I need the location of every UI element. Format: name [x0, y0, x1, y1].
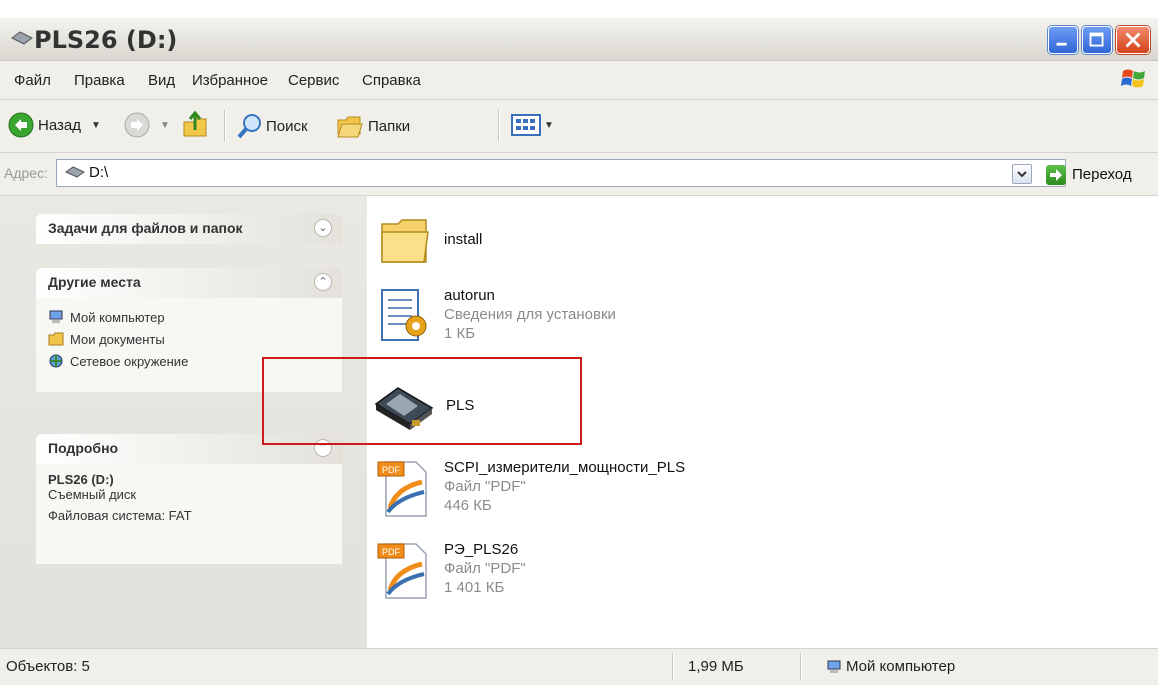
status-size: 1,99 МБ	[688, 658, 744, 675]
file-size: 1 КБ	[444, 325, 476, 342]
menu-file[interactable]: Файл	[14, 72, 51, 89]
up-folder-icon	[183, 110, 207, 137]
back-dropdown-icon[interactable]: ▼	[91, 120, 101, 131]
list-item[interactable]: install	[376, 210, 482, 272]
close-icon	[1125, 32, 1141, 48]
menu-edit[interactable]: Правка	[74, 72, 125, 89]
svg-text:PDF: PDF	[382, 547, 401, 557]
back-arrow-icon	[8, 112, 34, 138]
other-places-header[interactable]: Другие места ⌃	[36, 268, 342, 298]
forward-arrow-icon	[124, 112, 150, 138]
link-label: Сетевое окружение	[70, 353, 189, 369]
maximize-icon	[1089, 32, 1104, 47]
details-panel: Подробно ⌃ PLS26 (D:) Съемный диск Файло…	[36, 434, 342, 564]
back-label: Назад	[38, 116, 81, 134]
folders-label: Папки	[368, 117, 411, 135]
link-label: Мой компьютер	[70, 309, 165, 325]
up-folder-button[interactable]	[180, 110, 210, 140]
file-tasks-panel: Задачи для файлов и папок ⌄	[36, 214, 342, 244]
go-arrow-icon[interactable]	[1046, 165, 1066, 185]
file-tasks-title: Задачи для файлов и папок	[48, 220, 243, 236]
toolbar-separator	[498, 110, 500, 142]
search-icon	[237, 114, 261, 139]
pdf-icon: PDF	[377, 461, 427, 517]
windows-logo-icon	[1121, 69, 1145, 88]
toolbar: Назад ▼ ▼ Поиск Папки ▼	[0, 100, 1158, 153]
link-label: Мои документы	[70, 331, 165, 347]
window-title: PLS26 (D:)	[34, 26, 178, 54]
file-type: Файл "PDF"	[444, 478, 526, 495]
status-divider	[800, 653, 802, 681]
menu-favorites[interactable]: Избранное	[192, 72, 268, 89]
link-my-documents[interactable]: Мои документы	[48, 328, 330, 350]
status-location: Мой компьютер	[846, 658, 956, 675]
my-computer-icon	[49, 310, 63, 323]
search-label: Поиск	[266, 117, 308, 135]
status-object-count: Объектов: 5	[6, 658, 90, 675]
minimize-icon	[1056, 42, 1067, 46]
drive-icon	[11, 31, 33, 45]
address-dropdown-button[interactable]	[1012, 164, 1032, 184]
file-name: autorun	[444, 287, 495, 304]
file-type: Файл "PDF"	[444, 560, 526, 577]
my-documents-icon	[48, 332, 64, 346]
folders-icon	[337, 116, 363, 138]
drive-type: Съемный диск	[48, 487, 137, 502]
views-icon	[511, 114, 541, 136]
file-size: 1 401 КБ	[444, 579, 505, 596]
address-value: D:\	[89, 164, 109, 181]
menu-view[interactable]: Вид	[148, 72, 175, 89]
file-name: install	[444, 231, 483, 248]
close-button[interactable]	[1116, 26, 1150, 54]
file-system: Файловая система: FAT	[48, 508, 192, 523]
address-input[interactable]: D:\	[56, 159, 1066, 187]
folders-button[interactable]: Папки	[336, 112, 410, 140]
network-icon	[49, 354, 63, 368]
address-bar: Адрес: D:\	[0, 153, 1158, 196]
minimize-button[interactable]	[1048, 26, 1078, 54]
chevron-down-icon	[1017, 171, 1027, 178]
views-dropdown-icon[interactable]: ▼	[544, 120, 554, 131]
go-button[interactable]: Переход	[1072, 166, 1132, 183]
expand-icon[interactable]: ⌄	[314, 219, 332, 237]
file-name: SCPI_измерители_мощности_PLS	[444, 459, 686, 476]
drive-name: PLS26 (D:)	[48, 472, 114, 487]
file-type: Сведения для установки	[444, 306, 616, 323]
setup-info-icon	[381, 289, 427, 341]
details-title: Подробно	[48, 440, 119, 456]
views-button[interactable]: ▼	[510, 112, 554, 138]
list-item[interactable]: PDF SCPI_измерители_мощности_PLS Файл "P…	[376, 458, 685, 520]
menu-bar: Файл Правка Вид Избранное Сервис Справка	[0, 61, 1158, 100]
list-item[interactable]: PDF РЭ_PLS26 Файл "PDF" 1 401 КБ	[376, 540, 526, 602]
highlight-annotation	[262, 357, 582, 445]
status-divider	[672, 653, 674, 681]
back-button[interactable]: Назад ▼	[8, 112, 101, 138]
search-button[interactable]: Поиск	[236, 112, 308, 140]
drive-icon	[65, 166, 85, 178]
other-places-title: Другие места	[48, 274, 141, 290]
menu-tools[interactable]: Сервис	[288, 72, 339, 89]
status-bar: Объектов: 5 1,99 МБ Мой компьютер	[0, 648, 1158, 685]
toolbar-separator	[224, 110, 226, 142]
list-item[interactable]: autorun Сведения для установки 1 КБ	[376, 286, 616, 348]
address-label: Адрес:	[4, 165, 48, 181]
file-name: РЭ_PLS26	[444, 541, 519, 558]
forward-button[interactable]: ▼	[124, 112, 170, 138]
link-my-computer[interactable]: Мой компьютер	[48, 306, 330, 328]
maximize-button[interactable]	[1082, 26, 1112, 54]
svg-text:PDF: PDF	[382, 465, 401, 475]
pdf-icon: PDF	[377, 543, 427, 599]
folder-icon	[381, 219, 429, 263]
forward-dropdown-icon[interactable]: ▼	[160, 120, 170, 131]
explorer-window: PLS26 (D:) Файл Правка Вид Избранное Сер…	[0, 0, 1158, 685]
file-size: 446 КБ	[444, 497, 492, 514]
file-tasks-header[interactable]: Задачи для файлов и папок ⌄	[36, 214, 342, 244]
title-bar[interactable]: PLS26 (D:)	[0, 18, 1158, 61]
menu-help[interactable]: Справка	[362, 72, 421, 89]
collapse-icon[interactable]: ⌃	[314, 273, 332, 291]
my-computer-icon	[827, 660, 841, 673]
